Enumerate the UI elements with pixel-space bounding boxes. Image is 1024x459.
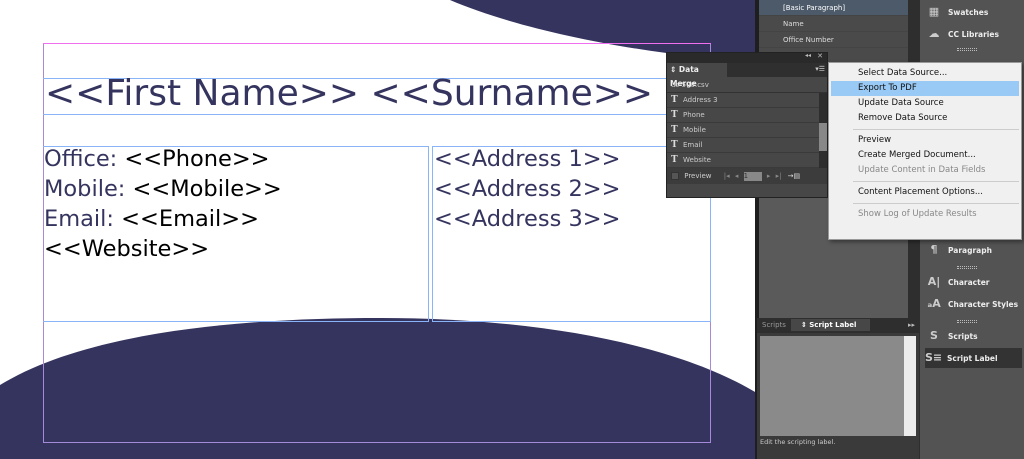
cc-libraries-icon: ☁ [928, 27, 940, 40]
data-merge-panel: ◂◂✕ ⇕ Data Merge ▾☰ us-500.csv TAddress … [666, 52, 828, 198]
paragraph-icon: ¶ [930, 243, 938, 256]
panel-collapse-icon[interactable]: ▸▸ [908, 318, 915, 333]
phone-field: <<Phone>> [124, 146, 270, 172]
next-record-icon[interactable]: ▸ [767, 172, 771, 180]
tab-scripts[interactable]: Scripts [757, 321, 791, 329]
scripts-icon: S [930, 329, 938, 342]
record-number-input[interactable]: 1 [743, 171, 762, 181]
field-row[interactable]: TAddress 31 [667, 93, 827, 108]
panel-title: Data Merge [670, 65, 699, 88]
fields-scrollbar[interactable] [819, 93, 827, 168]
address-lines: <<Address 1>> <<Address 2>> <<Address 3>… [434, 144, 620, 234]
style-item[interactable]: Office Number [759, 32, 919, 48]
dock-paragraph[interactable]: ¶ Paragraph [926, 240, 1024, 260]
panel-menu-icon[interactable]: ▾☰ [815, 65, 825, 73]
text-field-icon: T [671, 155, 678, 165]
mobile-label: Mobile: [44, 176, 133, 202]
field-name: Email [683, 141, 703, 149]
swatches-icon: ▦ [928, 5, 940, 18]
menu-item-remove-data-source[interactable]: Remove Data Source [831, 111, 1019, 126]
dock-character[interactable]: A| Character [926, 272, 1024, 292]
field-row[interactable]: TWebsite1 [667, 153, 827, 168]
preview-label: Preview [684, 172, 712, 180]
dock-label: Character Styles [948, 300, 1019, 309]
script-label-textarea[interactable] [760, 336, 916, 436]
menu-separator [853, 129, 1019, 130]
create-merged-document-icon[interactable]: →▤ [788, 172, 800, 180]
dock-label: CC Libraries [948, 30, 999, 39]
menu-item-content-placement-options[interactable]: Content Placement Options... [831, 185, 1019, 200]
website-field: <<Website>> [44, 236, 210, 262]
style-item[interactable]: Name [759, 16, 919, 32]
field-name: Phone [683, 111, 705, 119]
last-record-icon[interactable]: ▸| [776, 172, 782, 180]
data-merge-flyout-menu: Select Data Source... Export To PDF Update… [828, 62, 1022, 240]
text-field-icon: T [671, 95, 678, 105]
prev-record-icon[interactable]: ◂ [735, 172, 739, 180]
contact-lines: Office: <<Phone>> Mobile: <<Mobile>> Ema… [44, 144, 282, 264]
dock-label: Swatches [948, 8, 989, 17]
dock-label: Script Label [947, 354, 998, 363]
menu-separator [853, 203, 1019, 204]
field-name: Address 3 [683, 96, 718, 104]
close-icon[interactable]: ✕ [817, 52, 823, 60]
address-2-field: <<Address 2>> [434, 176, 621, 202]
mobile-field: <<Mobile>> [132, 176, 282, 202]
text-field-icon: T [671, 140, 678, 150]
dock-cc-libraries[interactable]: ☁ CC Libraries [926, 24, 1024, 44]
email-label: Email: [44, 206, 122, 232]
address-3-field: <<Address 3>> [434, 206, 621, 232]
style-item[interactable]: [Basic Paragraph] [759, 0, 919, 16]
character-styles-icon: ₐA [927, 297, 941, 310]
dock-label: Character [948, 278, 990, 287]
dock-character-styles[interactable]: ₐA Character Styles [926, 294, 1024, 314]
field-row[interactable]: TMobile1 [667, 123, 827, 138]
address-1-field: <<Address 1>> [434, 146, 621, 172]
menu-item-update-content-in-data-fields: Update Content in Data Fields [858, 165, 986, 175]
collapse-icon[interactable]: ◂◂ [805, 52, 811, 59]
tab-data-merge[interactable]: ⇕ Data Merge [667, 63, 727, 88]
dock-grip[interactable] [957, 48, 977, 51]
script-label-panel: Scripts ⇕ Script Label ▸▸ Edit the script… [757, 318, 919, 459]
textarea-scrollbar[interactable] [904, 336, 916, 436]
menu-item-preview[interactable]: Preview [831, 133, 1019, 148]
email-field: <<Email>> [121, 206, 260, 232]
office-label: Office: [44, 146, 125, 172]
dock-grip[interactable] [957, 320, 977, 323]
field-name: Website [683, 156, 711, 164]
menu-separator [853, 181, 1019, 182]
name-line: <<First Name>> <<Surname>> [45, 73, 654, 114]
field-name: Mobile [683, 126, 706, 134]
menu-item-create-merged-document[interactable]: Create Merged Document... [831, 148, 1019, 163]
status-text: Edit the scripting label. [760, 438, 836, 446]
tab-script-label[interactable]: ⇕ Script Label [790, 319, 871, 331]
character-icon: A| [927, 275, 941, 288]
field-row[interactable]: TEmail1 [667, 138, 827, 153]
preview-checkbox[interactable] [671, 172, 679, 180]
script-label-icon: S≡ [925, 351, 943, 364]
tab-script-label-text: Script Label [809, 321, 857, 329]
first-record-icon[interactable]: |◂ [724, 172, 730, 180]
menu-item-export-to-pdf[interactable]: Export To PDF [831, 81, 1019, 96]
dock-label: Paragraph [948, 246, 992, 255]
dock-swatches[interactable]: ▦ Swatches [926, 2, 1024, 22]
dock-script-label[interactable]: S≡ Script Label [925, 348, 1022, 368]
text-field-icon: T [671, 110, 678, 120]
dock-grip[interactable] [957, 266, 977, 269]
menu-item-show-log-of-update-results: Show Log of Update Results [858, 209, 977, 219]
menu-item-select-data-source[interactable]: Select Data Source... [831, 66, 1019, 81]
menu-item-update-data-source[interactable]: Update Data Source [831, 96, 1019, 111]
text-field-icon: T [671, 125, 678, 135]
field-row[interactable]: TPhone1 [667, 108, 827, 123]
dock-label: Scripts [948, 332, 978, 341]
dock-scripts[interactable]: S Scripts [926, 326, 1024, 346]
